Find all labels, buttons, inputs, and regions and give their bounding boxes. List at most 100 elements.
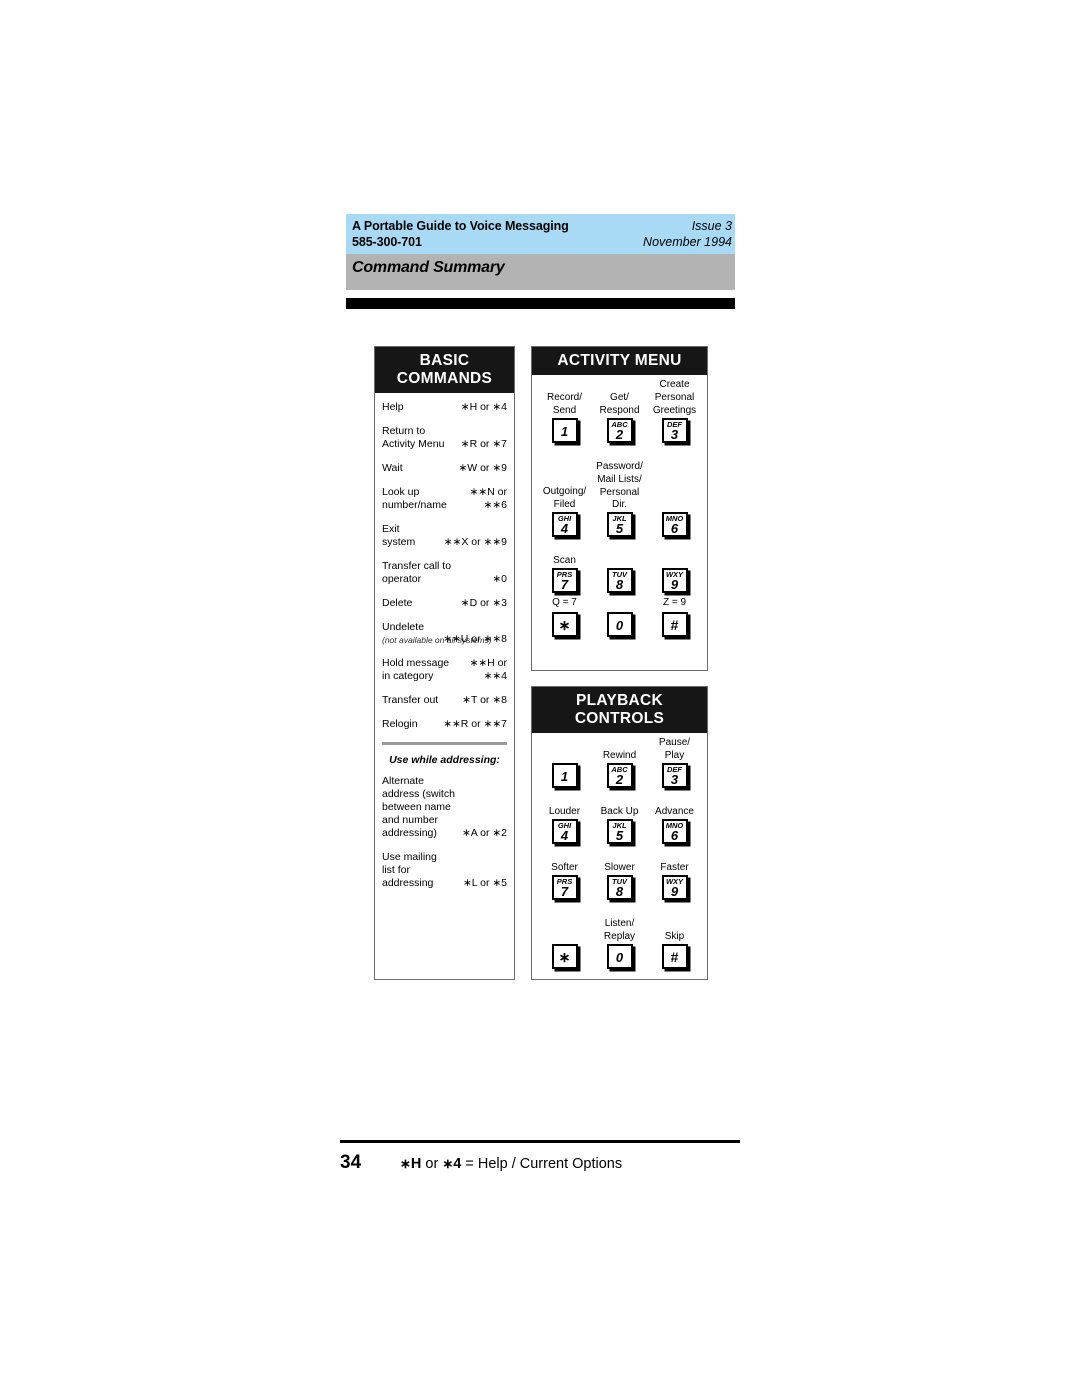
key-button-6[interactable]: MNO 6 bbox=[661, 819, 688, 844]
key-button-1[interactable]: 1 bbox=[551, 763, 578, 788]
keypad-key-3[interactable]: Pause/Play DEF 3 bbox=[647, 737, 702, 804]
key-sublabel bbox=[537, 641, 592, 653]
document-footer: 34 ∗H or ∗4 = Help / Current Options bbox=[340, 1140, 740, 1174]
keypad-key-∗[interactable]: ∗ bbox=[537, 943, 592, 985]
playback-controls-keypad: 1 Rewind ABC 2 Pause/Play DEF 3 Louder GHI 4 Back … bbox=[532, 733, 707, 993]
footer-rule bbox=[340, 1140, 740, 1143]
key-button-6[interactable]: MNO 6 bbox=[661, 512, 688, 537]
command-code: ∗A or ∗2 bbox=[461, 827, 507, 839]
keypad-key-∗[interactable]: ∗ bbox=[537, 611, 592, 653]
keypad-key-8[interactable]: TUV 8 bbox=[592, 567, 647, 609]
keypad-key-7[interactable]: Scan PRS 7 Q = 7 bbox=[537, 555, 592, 609]
key-digit: 1 bbox=[560, 424, 569, 439]
key-button-1[interactable]: 1 bbox=[551, 418, 578, 443]
key-caption: Listen/ bbox=[604, 918, 635, 929]
keypad-key-8[interactable]: Slower TUV 8 bbox=[592, 862, 647, 916]
key-button-2[interactable]: ABC 2 bbox=[606, 418, 633, 443]
key-sublabel bbox=[592, 848, 647, 860]
keypad-key-7[interactable]: Softer PRS 7 bbox=[537, 862, 592, 916]
key-sublabel bbox=[647, 641, 702, 653]
issue-label: Issue 3 bbox=[691, 219, 732, 233]
keypad-row: Softer PRS 7 Slower TUV 8 Faster WXY 9 bbox=[537, 862, 702, 916]
keypad-key-2[interactable]: Get/Respond ABC 2 bbox=[592, 392, 647, 459]
key-button-#[interactable]: # bbox=[661, 944, 688, 969]
footer-star-1: ∗ bbox=[400, 1155, 411, 1171]
keypad-key-#[interactable]: Skip # bbox=[647, 931, 702, 985]
key-button-5[interactable]: JKL 5 bbox=[606, 512, 633, 537]
key-digit: 6 bbox=[670, 828, 679, 843]
command-code: ∗H or ∗4 bbox=[460, 401, 507, 413]
key-button-2[interactable]: ABC 2 bbox=[606, 763, 633, 788]
keypad-key-4[interactable]: Outgoing/Filed GHI 4 bbox=[537, 486, 592, 553]
command-code: ∗T or ∗8 bbox=[462, 694, 507, 706]
key-sublabel bbox=[537, 973, 592, 985]
key-digit: # bbox=[670, 617, 679, 633]
key-digit: 9 bbox=[670, 577, 679, 592]
key-digit: 9 bbox=[670, 884, 679, 899]
key-caption: Mail Lists/ bbox=[597, 474, 642, 485]
header-blue-band: A Portable Guide to Voice Messaging 585-… bbox=[346, 214, 735, 254]
footer-star-2: ∗ bbox=[442, 1155, 454, 1171]
key-button-7[interactable]: PRS 7 bbox=[551, 568, 578, 593]
keypad-key-6[interactable]: Advance MNO 6 bbox=[647, 806, 702, 860]
key-button-4[interactable]: GHI 4 bbox=[551, 819, 578, 844]
key-button-8[interactable]: TUV 8 bbox=[606, 568, 633, 593]
date-label: November 1994 bbox=[643, 235, 732, 249]
keypad-key-0[interactable]: Listen/Replay 0 bbox=[592, 918, 647, 985]
playback-controls-title-line2: CONTROLS bbox=[574, 710, 665, 727]
key-button-#[interactable]: # bbox=[661, 612, 688, 637]
command-label: Hold message in category bbox=[382, 657, 450, 682]
key-button-0[interactable]: 0 bbox=[606, 944, 633, 969]
basic-commands-divider bbox=[382, 742, 507, 745]
key-button-4[interactable]: GHI 4 bbox=[551, 512, 578, 537]
key-button-8[interactable]: TUV 8 bbox=[606, 875, 633, 900]
keypad-key-6[interactable]: MNO 6 bbox=[647, 511, 702, 553]
key-button-∗[interactable]: ∗ bbox=[551, 612, 578, 637]
command-row: Return to Activity Menu ∗R or ∗7 bbox=[382, 425, 507, 451]
keypad-key-5[interactable]: Password/Mail Lists/Personal Dir. JKL 5 bbox=[592, 461, 647, 553]
key-caption: Scan bbox=[553, 555, 576, 566]
command-row: Transfer call to operator ∗0 bbox=[382, 560, 507, 586]
key-sublabel: Z = 9 bbox=[662, 597, 687, 608]
keypad-row: ∗ 0 # bbox=[537, 611, 702, 653]
keypad-key-5[interactable]: Back Up JKL 5 bbox=[592, 806, 647, 860]
key-sublabel bbox=[647, 973, 702, 985]
keypad-key-#[interactable]: # bbox=[647, 611, 702, 653]
keypad-key-1[interactable]: Record/Send 1 bbox=[537, 392, 592, 459]
key-caption: Skip bbox=[664, 931, 685, 942]
key-button-0[interactable]: 0 bbox=[606, 612, 633, 637]
command-label: Transfer call to operator bbox=[382, 560, 452, 585]
key-caption: Greetings bbox=[652, 405, 697, 416]
footer-or: or bbox=[421, 1155, 443, 1172]
chapter-title: Command Summary bbox=[352, 259, 505, 276]
command-code: ∗L or ∗5 bbox=[462, 877, 507, 889]
command-row: Relogin ∗∗R or ∗∗7 bbox=[382, 718, 507, 731]
keypad-key-9[interactable]: Faster WXY 9 bbox=[647, 862, 702, 916]
key-button-3[interactable]: DEF 3 bbox=[661, 763, 688, 788]
key-button-∗[interactable]: ∗ bbox=[551, 944, 578, 969]
key-digit: 7 bbox=[560, 884, 569, 899]
key-digit: 5 bbox=[615, 828, 624, 843]
key-button-7[interactable]: PRS 7 bbox=[551, 875, 578, 900]
playback-controls-panel: PLAYBACK CONTROLS 1 Rewind ABC 2 Pause/Play D… bbox=[531, 686, 708, 980]
key-button-5[interactable]: JKL 5 bbox=[606, 819, 633, 844]
keypad-key-9[interactable]: WXY 9 Z = 9 bbox=[647, 567, 702, 609]
key-button-9[interactable]: WXY 9 bbox=[661, 875, 688, 900]
key-button-3[interactable]: DEF 3 bbox=[661, 418, 688, 443]
key-button-9[interactable]: WXY 9 bbox=[661, 568, 688, 593]
keypad-key-1[interactable]: 1 bbox=[537, 762, 592, 804]
keypad-key-3[interactable]: Create Personal Greetings DEF 3 bbox=[647, 379, 702, 459]
key-caption: Play bbox=[664, 750, 685, 761]
key-caption: Faster bbox=[660, 862, 689, 873]
key-digit: 2 bbox=[615, 772, 624, 787]
key-caption: Personal Dir. bbox=[599, 487, 640, 510]
key-caption: Record/ bbox=[546, 392, 582, 403]
command-label: Transfer out bbox=[382, 694, 439, 706]
keypad-key-4[interactable]: Louder GHI 4 bbox=[537, 806, 592, 860]
key-digit: # bbox=[670, 949, 679, 965]
keypad-key-2[interactable]: Rewind ABC 2 bbox=[592, 750, 647, 804]
key-sublabel bbox=[592, 904, 647, 916]
key-sublabel bbox=[647, 792, 702, 804]
header-black-rule bbox=[346, 298, 735, 309]
keypad-key-0[interactable]: 0 bbox=[592, 611, 647, 653]
